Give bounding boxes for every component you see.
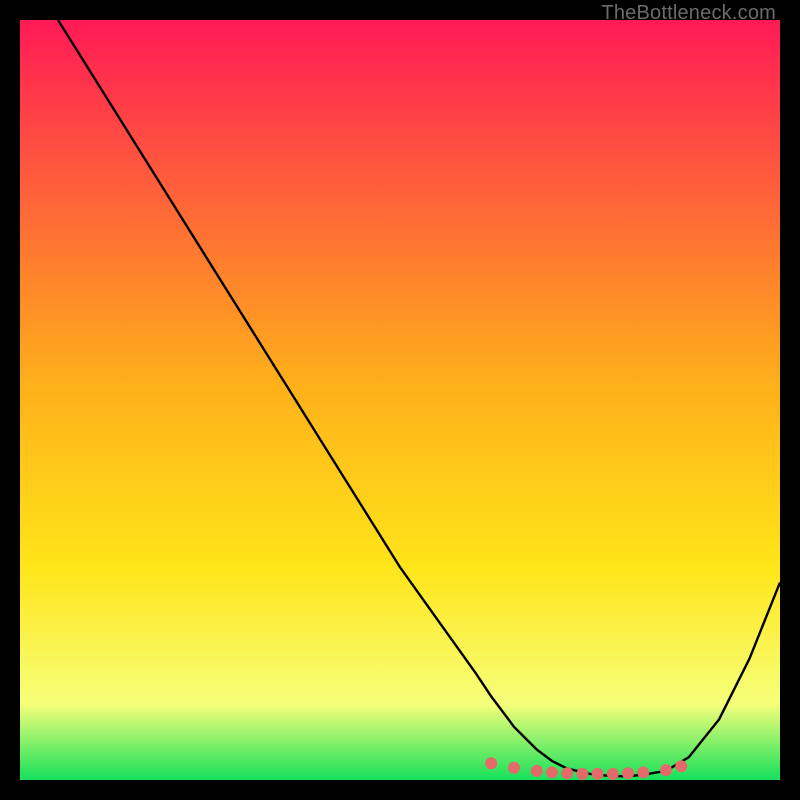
highlight-dot: [592, 768, 604, 780]
highlight-dot: [576, 768, 588, 780]
bottleneck-chart: [20, 20, 780, 780]
highlight-dot: [531, 765, 543, 777]
highlight-dot: [637, 766, 649, 778]
gradient-background: [20, 20, 780, 780]
highlight-dot: [622, 767, 634, 779]
highlight-dot: [546, 766, 558, 778]
highlight-dot: [561, 767, 573, 779]
chart-frame: [20, 20, 780, 780]
highlight-dot: [660, 764, 672, 776]
highlight-dot: [675, 760, 687, 772]
highlight-dot: [508, 762, 520, 774]
highlight-dot: [485, 757, 497, 769]
highlight-dot: [607, 768, 619, 780]
